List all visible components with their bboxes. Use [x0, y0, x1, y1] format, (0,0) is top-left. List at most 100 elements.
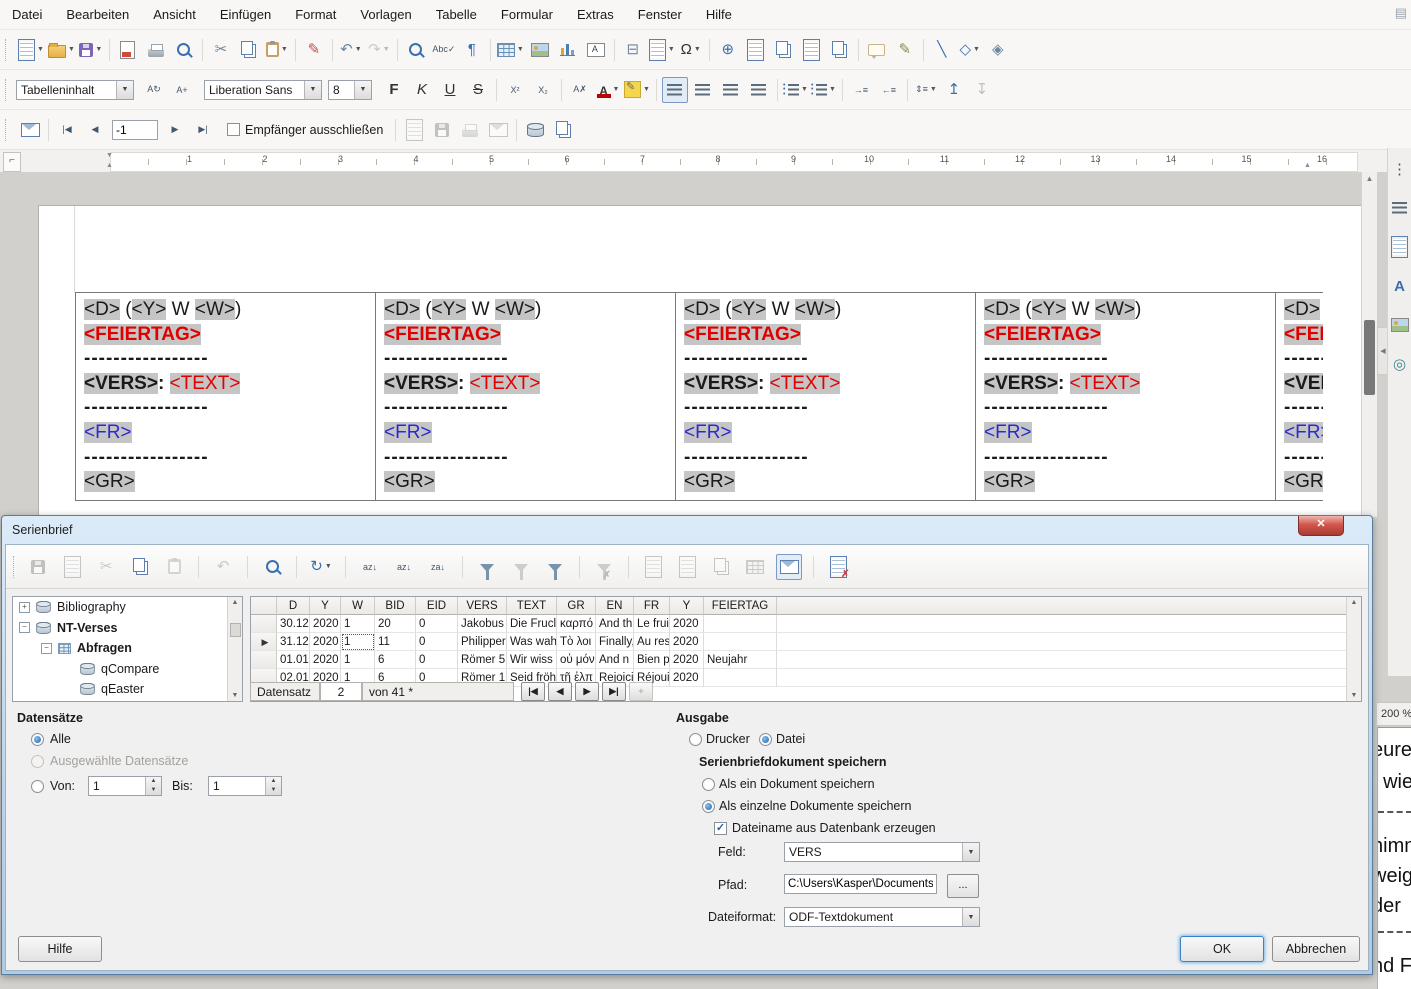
- gr-field[interactable]: <GR>: [984, 471, 1035, 492]
- prev-record-button[interactable]: ◀: [548, 682, 572, 701]
- column-header[interactable]: BID: [375, 597, 416, 615]
- menu-tabelle[interactable]: Tabelle: [436, 7, 477, 22]
- toolbar-grip[interactable]: [5, 119, 11, 141]
- table-cell[interactable]: [704, 615, 777, 633]
- menu-vorlagen[interactable]: Vorlagen: [360, 7, 411, 22]
- chevron-down-icon[interactable]: ▼: [354, 81, 371, 99]
- new-style-icon[interactable]: A+: [169, 77, 195, 103]
- collapse-icon[interactable]: −: [41, 643, 52, 654]
- standard-filter-icon[interactable]: [542, 554, 568, 580]
- table-cell[interactable]: And n: [596, 651, 634, 669]
- table-cell[interactable]: οὐ μόν: [557, 651, 596, 669]
- insert-endnote-icon[interactable]: [771, 37, 797, 63]
- output-file-label[interactable]: Datei: [776, 732, 805, 746]
- bullet-list-icon[interactable]: ▼: [783, 77, 809, 103]
- ok-button[interactable]: OK: [1180, 936, 1264, 962]
- menu-hilfe[interactable]: Hilfe: [706, 7, 732, 22]
- next-record-icon[interactable]: ▶: [162, 117, 188, 143]
- insert-line-icon[interactable]: ╲: [929, 37, 955, 63]
- sort-ascending-icon[interactable]: az↓: [391, 554, 417, 580]
- chevron-down-icon[interactable]: ▼: [962, 843, 979, 861]
- gr-field[interactable]: <GR>: [684, 471, 735, 492]
- table-cell[interactable]: 2020: [310, 651, 341, 669]
- highlight-color-icon[interactable]: ▼: [623, 77, 651, 103]
- tab-stop-selector[interactable]: ⌐: [3, 152, 21, 172]
- verse-field[interactable]: <VERS>: [684, 373, 758, 394]
- text-field[interactable]: <TEXT>: [470, 373, 541, 394]
- align-left-icon[interactable]: [662, 77, 688, 103]
- browse-button[interactable]: ...: [947, 874, 979, 898]
- bold-icon[interactable]: F: [381, 77, 407, 103]
- column-header[interactable]: W: [341, 597, 375, 615]
- column-header[interactable]: TEXT: [507, 597, 557, 615]
- column-header[interactable]: GR: [557, 597, 596, 615]
- refresh-icon[interactable]: ↻▼: [308, 554, 334, 580]
- expand-icon[interactable]: +: [19, 602, 30, 613]
- table-cell[interactable]: 1: [341, 651, 375, 669]
- table-cell[interactable]: Au res: [634, 633, 670, 651]
- menu-ansicht[interactable]: Ansicht: [153, 7, 196, 22]
- fr-field[interactable]: <FR>: [984, 422, 1032, 443]
- table-cell[interactable]: Jakobus: [458, 615, 507, 633]
- align-right-icon[interactable]: [718, 77, 744, 103]
- sort-descending-icon[interactable]: za↓: [425, 554, 451, 580]
- table-cell[interactable]: [704, 633, 777, 651]
- chevron-down-icon[interactable]: ▼: [973, 46, 980, 53]
- menu-extras[interactable]: Extras: [577, 7, 614, 22]
- chevron-down-icon[interactable]: ▼: [801, 86, 808, 93]
- formatting-marks-icon[interactable]: ¶: [459, 37, 485, 63]
- insert-hyperlink-icon[interactable]: ⊕: [715, 37, 741, 63]
- column-header[interactable]: VERS: [458, 597, 507, 615]
- table-cell[interactable]: 1: [341, 633, 375, 651]
- row-selector[interactable]: [251, 651, 277, 669]
- save-individual-radio[interactable]: [702, 800, 715, 813]
- week-field[interactable]: <W>: [195, 299, 235, 320]
- insert-textbox-icon[interactable]: [583, 37, 609, 63]
- sidebar-page-icon[interactable]: [1387, 234, 1411, 260]
- chevron-down-icon[interactable]: ▼: [962, 908, 979, 926]
- path-input[interactable]: [784, 874, 937, 894]
- corner-header[interactable]: [251, 597, 277, 615]
- table-cell[interactable]: Τὸ λοι: [557, 633, 596, 651]
- prev-record-icon[interactable]: ◀: [82, 117, 108, 143]
- menu-format[interactable]: Format: [295, 7, 336, 22]
- table-cell[interactable]: [704, 669, 777, 687]
- text-field[interactable]: <TEXT>: [770, 373, 841, 394]
- insert-cross-reference-icon[interactable]: [827, 37, 853, 63]
- chevron-down-icon[interactable]: ▼: [613, 86, 620, 93]
- record-value[interactable]: 2: [320, 682, 362, 701]
- save-single-radio[interactable]: [702, 778, 715, 791]
- column-header[interactable]: EID: [416, 597, 458, 615]
- horizontal-ruler[interactable]: ⌐ 12345678910111213141516 ▼ ▲ ▲: [0, 150, 1411, 172]
- chevron-down-icon[interactable]: ▼: [517, 46, 524, 53]
- column-header[interactable]: FEIERTAG: [704, 597, 777, 615]
- spinner-arrows-icon[interactable]: ▲▼: [265, 777, 281, 795]
- filename-from-db-checkbox[interactable]: ✓: [714, 822, 727, 835]
- chevron-down-icon[interactable]: ▼: [930, 86, 937, 93]
- tree-item-bibliography[interactable]: + Bibliography: [13, 597, 242, 618]
- toolbar-grip[interactable]: [5, 79, 11, 101]
- insert-field-icon[interactable]: ▼: [648, 37, 676, 63]
- undo-icon[interactable]: ↶▼: [338, 37, 364, 63]
- chevron-down-icon[interactable]: ▼: [37, 46, 44, 53]
- decrease-indent-icon[interactable]: ←≡: [876, 77, 902, 103]
- verse-field[interactable]: <VERS>: [84, 373, 158, 394]
- table-cell[interactable]: Philipper: [458, 633, 507, 651]
- holiday-field[interactable]: <FEIERTAG>: [84, 324, 201, 345]
- gr-field[interactable]: <GR>: [384, 471, 435, 492]
- insert-bookmark-icon[interactable]: [799, 37, 825, 63]
- chevron-down-icon[interactable]: ▼: [281, 46, 288, 53]
- table-scrollbar[interactable]: ▲ ▼: [1346, 597, 1361, 701]
- increase-indent-icon[interactable]: →≡: [848, 77, 874, 103]
- week-field[interactable]: <W>: [495, 299, 535, 320]
- sort-icon[interactable]: az↓: [357, 554, 383, 580]
- clear-formatting-icon[interactable]: A✗: [567, 77, 593, 103]
- table-cell[interactable]: 30.12: [277, 615, 310, 633]
- strikethrough-icon[interactable]: S: [465, 77, 491, 103]
- table-cell[interactable]: 01.01: [277, 651, 310, 669]
- row-selector[interactable]: ▶: [251, 633, 277, 651]
- chevron-down-icon[interactable]: ▼: [383, 46, 390, 53]
- mail-merge-icon[interactable]: [776, 554, 802, 580]
- table-cell[interactable]: 1: [341, 615, 375, 633]
- chevron-down-icon[interactable]: ▼: [68, 46, 75, 53]
